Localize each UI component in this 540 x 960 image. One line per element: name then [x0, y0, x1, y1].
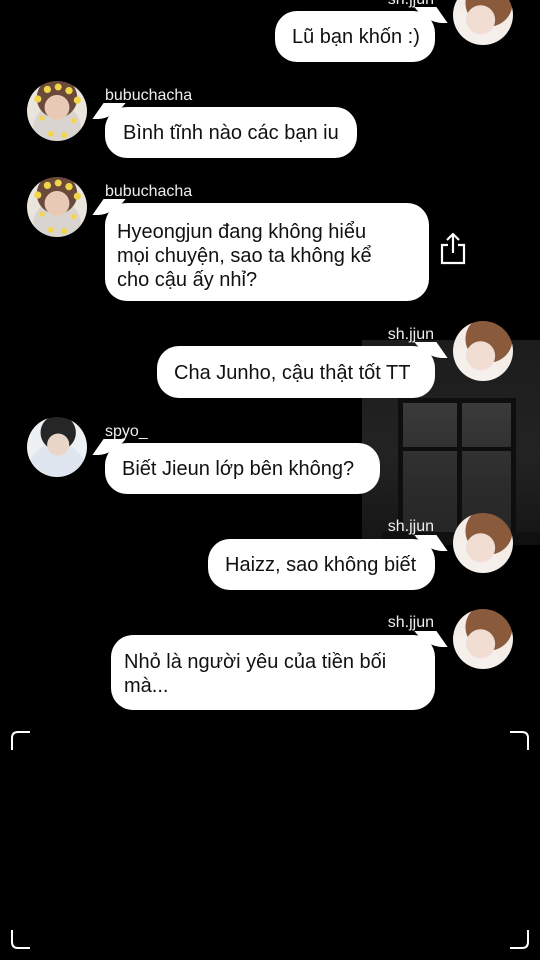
username: sh.jjun [387, 518, 434, 535]
viewfinder-corner-icon [11, 731, 30, 750]
username: sh.jjun [387, 614, 434, 631]
avatar-spyo[interactable] [27, 417, 87, 477]
message-bubble[interactable]: Lũ bạn khốn :) [275, 11, 435, 62]
share-icon[interactable] [438, 231, 468, 267]
message-bubble[interactable]: Hyeongjun đang không hiểu mọi chuyện, sa… [105, 203, 429, 301]
viewfinder-corner-icon [11, 930, 30, 949]
avatar-sh-jjun[interactable] [453, 321, 513, 381]
avatar-bubuchacha[interactable] [27, 177, 87, 237]
message-bubble[interactable]: Nhỏ là người yêu của tiền bối mà... [111, 635, 435, 710]
message-bubble[interactable]: Biết Jieun lớp bên không? [105, 443, 380, 494]
viewfinder-corner-icon [510, 731, 529, 750]
message-bubble[interactable]: Bình tĩnh nào các bạn iu [105, 107, 357, 158]
avatar-sh-jjun[interactable] [453, 513, 513, 573]
message-bubble[interactable]: Haizz, sao không biết [208, 539, 435, 590]
avatar-bubuchacha[interactable] [27, 81, 87, 141]
avatar-sh-jjun[interactable] [453, 609, 513, 669]
avatar-sh-jjun[interactable] [453, 0, 513, 45]
viewfinder-corner-icon [510, 930, 529, 949]
message-bubble[interactable]: Cha Junho, cậu thật tốt TT [157, 346, 435, 398]
